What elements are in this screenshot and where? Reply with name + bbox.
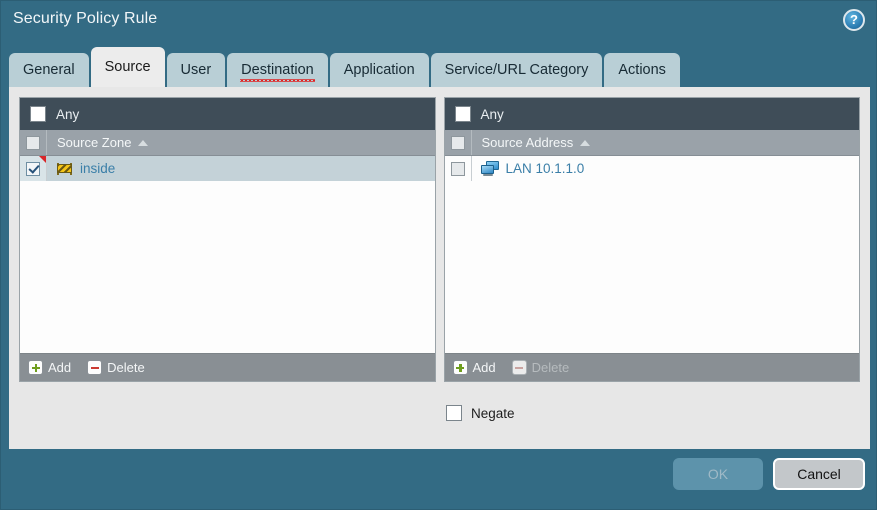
tab-source[interactable]: Source [91, 47, 165, 87]
source-zone-add-label: Add [48, 360, 71, 375]
source-address-row-checkbox-cell[interactable] [445, 156, 472, 181]
table-row[interactable]: inside [20, 156, 435, 181]
source-address-header-title-cell[interactable]: Source Address [472, 130, 860, 155]
source-address-any-label: Any [481, 107, 504, 122]
tab-destination[interactable]: Destination [227, 53, 328, 87]
zone-barrier-icon [56, 162, 73, 176]
tab-source-label: Source [105, 59, 151, 75]
source-zone-add-button[interactable]: Add [28, 360, 71, 375]
source-zone-delete-label: Delete [107, 360, 145, 375]
negate-row[interactable]: Negate [446, 405, 515, 421]
dialog-footer: OK Cancel [1, 449, 877, 510]
tab-actions-label: Actions [618, 62, 666, 78]
source-zone-list: inside [20, 156, 435, 353]
source-address-delete-label: Delete [532, 360, 570, 375]
sort-ascending-icon [580, 140, 590, 146]
table-row[interactable]: LAN 10.1.1.0 [445, 156, 860, 181]
minus-icon [87, 360, 102, 375]
source-zone-any-row[interactable]: Any [20, 98, 435, 130]
tab-content-source: Any Source Zone [9, 87, 870, 449]
modified-flag-icon [39, 156, 46, 163]
host-computer-icon [481, 161, 499, 176]
tab-service-url-category-label: Service/URL Category [445, 62, 589, 78]
source-address-column-header: Source Address [445, 130, 860, 156]
help-circle-icon[interactable]: ? [843, 9, 865, 31]
source-address-toolbar: Add Delete [445, 353, 860, 381]
source-zone-row-label: inside [80, 161, 115, 176]
negate-checkbox[interactable] [446, 405, 462, 421]
source-address-column-label: Source Address [482, 135, 574, 150]
source-address-list: LAN 10.1.1.0 [445, 156, 860, 353]
tab-general-label: General [23, 62, 75, 78]
page-title: Security Policy Rule [13, 10, 157, 28]
source-zone-select-all-checkbox[interactable] [26, 136, 40, 150]
tab-user-label: User [181, 62, 212, 78]
source-zone-panel: Any Source Zone [19, 97, 436, 382]
tab-service-url-category[interactable]: Service/URL Category [431, 53, 603, 87]
source-zone-column-label: Source Zone [57, 135, 131, 150]
source-zone-any-checkbox[interactable] [30, 106, 46, 122]
source-zone-select-all-cell[interactable] [20, 130, 47, 155]
sort-ascending-icon [138, 140, 148, 146]
tab-application-label: Application [344, 62, 415, 78]
cancel-button[interactable]: Cancel [773, 458, 865, 490]
source-zone-toolbar: Add Delete [20, 353, 435, 381]
source-zone-delete-button[interactable]: Delete [87, 360, 145, 375]
tab-destination-label: Destination [241, 62, 314, 78]
source-address-panel: Any Source Address [444, 97, 861, 382]
source-panels: Any Source Zone [19, 97, 860, 382]
tab-application[interactable]: Application [330, 53, 429, 87]
source-address-any-row[interactable]: Any [445, 98, 860, 130]
source-address-any-checkbox[interactable] [455, 106, 471, 122]
source-address-add-button[interactable]: Add [453, 360, 496, 375]
source-zone-header-title-cell[interactable]: Source Zone [47, 130, 435, 155]
negate-label: Negate [471, 406, 515, 421]
source-zone-any-label: Any [56, 107, 79, 122]
tab-general[interactable]: General [9, 53, 89, 87]
security-policy-rule-dialog: Security Policy Rule ? General Source Us… [0, 0, 877, 510]
plus-icon [453, 360, 468, 375]
tab-strip: General Source User Destination Applicat… [9, 47, 680, 87]
ok-button: OK [673, 458, 763, 490]
source-address-row-checkbox[interactable] [451, 162, 465, 176]
source-address-row-value-cell[interactable]: LAN 10.1.1.0 [472, 156, 860, 181]
source-address-row-label: LAN 10.1.1.0 [506, 161, 585, 176]
source-zone-row-checkbox-cell[interactable] [20, 156, 47, 181]
minus-icon [512, 360, 527, 375]
source-zone-column-header: Source Zone [20, 130, 435, 156]
source-address-select-all-checkbox[interactable] [451, 136, 465, 150]
plus-icon [28, 360, 43, 375]
tab-actions[interactable]: Actions [604, 53, 680, 87]
source-zone-row-value-cell[interactable]: inside [47, 156, 435, 181]
source-address-select-all-cell[interactable] [445, 130, 472, 155]
source-address-delete-button: Delete [512, 360, 570, 375]
source-zone-row-checkbox[interactable] [26, 162, 40, 176]
tab-user[interactable]: User [167, 53, 226, 87]
source-address-add-label: Add [473, 360, 496, 375]
dialog-titlebar: Security Policy Rule ? [1, 1, 877, 39]
